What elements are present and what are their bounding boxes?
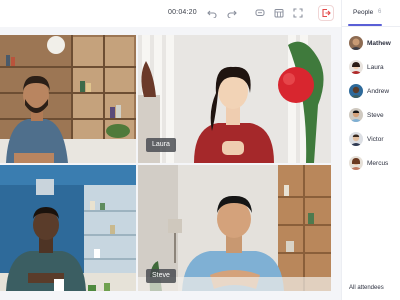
active-tab-indicator xyxy=(348,24,382,26)
chat-icon xyxy=(255,9,265,16)
undo-icon xyxy=(207,10,217,18)
tab-people[interactable]: People xyxy=(353,9,373,16)
participant-name-tag: Steve xyxy=(146,269,176,283)
avatar xyxy=(349,84,363,98)
people-count-badge: 6 xyxy=(378,9,382,15)
participant-list: Mathew Laura Andrew Steve Victor Mercus xyxy=(342,33,400,177)
chat-button[interactable] xyxy=(252,5,268,21)
participant-name: Steve xyxy=(367,112,384,119)
participant-name: Laura xyxy=(367,64,384,71)
list-item[interactable]: Victor xyxy=(342,129,400,153)
calendar-button[interactable] xyxy=(271,5,287,21)
avatar xyxy=(349,108,363,122)
calendar-icon xyxy=(274,9,284,18)
list-item[interactable]: Laura xyxy=(342,57,400,81)
video-feed xyxy=(0,165,136,291)
participant-name-tag: Laura xyxy=(146,138,176,152)
participants-panel: People 6 Mathew Laura Andrew Steve Victo… xyxy=(341,0,400,300)
avatar xyxy=(349,60,363,74)
video-tile-2[interactable]: Laura xyxy=(138,35,331,163)
video-tile-4[interactable]: Steve xyxy=(138,165,331,291)
list-item[interactable]: Mathew xyxy=(342,33,400,57)
fullscreen-icon xyxy=(293,8,303,18)
avatar xyxy=(349,132,363,146)
participant-name: Mathew xyxy=(367,40,391,47)
participant-name: Victor xyxy=(367,136,384,143)
list-item[interactable]: Steve xyxy=(342,105,400,129)
video-tile-1[interactable] xyxy=(0,35,136,163)
fullscreen-button[interactable] xyxy=(290,5,306,21)
redo-button[interactable] xyxy=(224,5,240,21)
list-item[interactable]: Andrew xyxy=(342,81,400,105)
call-timer: 00:04:20 xyxy=(168,9,197,16)
all-attendees-link[interactable]: All attendees xyxy=(349,285,384,291)
leave-call-button[interactable] xyxy=(318,5,334,21)
avatar xyxy=(349,36,363,50)
participant-name: Mercus xyxy=(367,160,389,167)
video-tile-3[interactable] xyxy=(0,165,136,291)
avatar xyxy=(349,156,363,170)
redo-icon xyxy=(227,10,237,18)
participant-name: Andrew xyxy=(367,88,390,95)
video-call-app: 00:04:20 Laura Steve People 6 Mathew Lau… xyxy=(0,0,400,300)
leave-icon xyxy=(322,8,331,18)
video-feed xyxy=(0,35,136,163)
call-toolbar: 00:04:20 xyxy=(0,0,341,27)
list-item[interactable]: Mercus xyxy=(342,153,400,177)
video-grid: Laura Steve xyxy=(0,35,331,291)
panel-tabs: People 6 xyxy=(342,0,400,27)
undo-button[interactable] xyxy=(204,5,220,21)
